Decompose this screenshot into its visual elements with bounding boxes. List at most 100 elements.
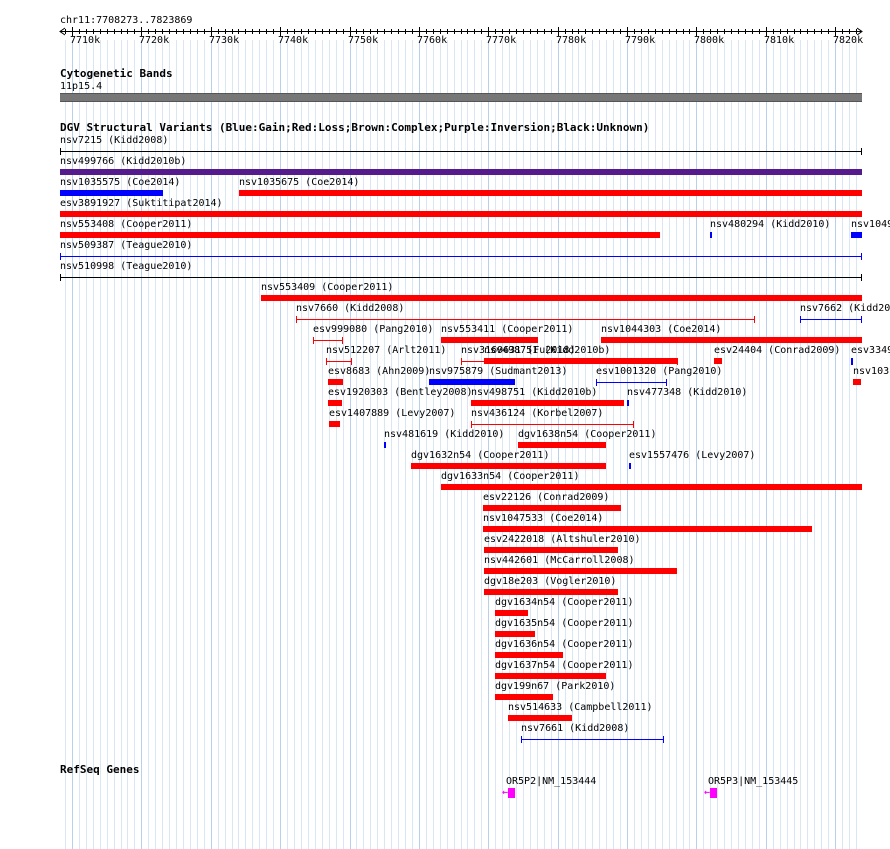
dgv-feature-bar[interactable] [384, 442, 386, 448]
dgv-feature-label: nsv103 [853, 366, 890, 377]
dgv-feature-bar[interactable] [710, 232, 712, 238]
dgv-feature-label: dgv1637n54 (Cooper2011) [495, 660, 634, 671]
ruler-tick-label: 7710k [70, 35, 101, 46]
dgv-feature-bar[interactable] [484, 568, 677, 574]
dgv-feature-label: dgv1635n54 (Cooper2011) [495, 618, 634, 629]
dgv-feature-line[interactable] [313, 340, 343, 341]
dgv-feature-label: nsv1044303 (Coe2014) [601, 324, 722, 335]
dgv-feature-label: nsv481619 (Kidd2010) [384, 429, 505, 440]
dgv-feature-label: nsv975879 (Sudmant2013) [429, 366, 568, 377]
ruler-tick-label: 7820k [833, 35, 864, 46]
dgv-feature-label: dgv1632n54 (Cooper2011) [411, 450, 550, 461]
ruler-tick-label: 7780k [556, 35, 587, 46]
dgv-feature-bar[interactable] [495, 610, 528, 616]
dgv-feature-end-cap [60, 253, 61, 260]
dgv-feature-line[interactable] [521, 739, 664, 740]
dgv-feature-line[interactable] [60, 151, 862, 152]
dgv-feature-end-cap [471, 421, 472, 428]
dgv-feature-label: nsv499766 (Kidd2010b) [60, 156, 187, 167]
ruler-tick-label: 7720k [139, 35, 170, 46]
dgv-feature-line[interactable] [60, 256, 862, 257]
ruler-tick-label: 7790k [625, 35, 656, 46]
dgv-feature-label: nsv1049 [851, 219, 890, 230]
dgv-feature-label: nsv7662 (Kidd20 [800, 303, 890, 314]
dgv-feature-label: nsv7661 (Kidd2008) [521, 723, 630, 734]
dgv-feature-label: nsv553408 (Cooper2011) [60, 219, 193, 230]
dgv-feature-label: esv3349 [851, 345, 890, 356]
dgv-feature-bar[interactable] [851, 232, 862, 238]
dgv-feature-end-cap [60, 274, 61, 281]
dgv-feature-bar[interactable] [629, 463, 631, 469]
dgv-feature-end-cap [596, 379, 597, 386]
dgv-feature-bar[interactable] [484, 358, 677, 364]
dgv-feature-bar[interactable] [441, 484, 862, 490]
dgv-feature-label: nsv7215 (Kidd2008) [60, 135, 169, 146]
dgv-feature-line[interactable] [326, 361, 352, 362]
genome-browser-view: chr11:7708273..7823869 7710k 7720k 7730k 77… [0, 0, 890, 849]
dgv-feature-end-cap [521, 736, 522, 743]
refseq-gene-label: OR5P3|NM_153445 [708, 776, 799, 787]
dgv-feature-bar[interactable] [495, 694, 553, 700]
dgv-feature-label: nsv7660 (Kidd2008) [296, 303, 405, 314]
dgv-feature-line[interactable] [471, 424, 634, 425]
dgv-feature-end-cap [60, 148, 61, 155]
dgv-feature-label: dgv199n67 (Park2010) [495, 681, 616, 692]
dgv-feature-end-cap [342, 337, 343, 344]
dgv-feature-label: nsv1035675 (Coe2014) [239, 177, 360, 188]
dgv-feature-label: nsv477348 (Kidd2010) [627, 387, 748, 398]
dgv-feature-bar[interactable] [328, 400, 342, 406]
dgv-feature-bar[interactable] [714, 358, 722, 364]
ruler-tick-label: 7810k [764, 35, 795, 46]
dgv-feature-label: esv1920303 (Bentley2008) [328, 387, 473, 398]
dgv-feature-line[interactable] [800, 319, 862, 320]
dgv-feature-bar[interactable] [411, 463, 606, 469]
dgv-feature-bar[interactable] [484, 589, 618, 595]
dgv-feature-bar[interactable] [508, 715, 572, 721]
dgv-feature-bar[interactable] [239, 190, 862, 196]
dgv-feature-end-cap [633, 421, 634, 428]
dgv-feature-bar[interactable] [495, 673, 606, 679]
dgv-feature-label: nsv1047533 (Coe2014) [483, 513, 604, 524]
dgv-feature-label: esv3891927 (Suktitipat2014) [60, 198, 223, 209]
dgv-feature-label: nsv442601 (McCarroll2008) [484, 555, 635, 566]
dgv-feature-label: nsv553411 (Cooper2011) [441, 324, 574, 335]
dgv-feature-bar[interactable] [483, 505, 621, 511]
dgv-feature-bar[interactable] [601, 337, 862, 343]
dgv-feature-label: dgv1636n54 (Cooper2011) [495, 639, 634, 650]
dgv-feature-bar[interactable] [261, 295, 862, 301]
dgv-feature-bar[interactable] [495, 652, 563, 658]
dgv-feature-end-cap [663, 736, 664, 743]
dgv-feature-bar[interactable] [627, 400, 629, 406]
refseq-gene-exon[interactable] [710, 788, 717, 798]
dgv-feature-label: esv2422018 (Altshuler2010) [484, 534, 641, 545]
dgv-feature-end-cap [313, 337, 314, 344]
dgv-feature-bar[interactable] [60, 169, 862, 175]
dgv-feature-bar[interactable] [484, 547, 618, 553]
dgv-feature-bar[interactable] [60, 190, 163, 196]
dgv-feature-end-cap [326, 358, 327, 365]
dgv-feature-bar[interactable] [441, 337, 538, 343]
dgv-feature-label: nsv509387 (Teague2010) [60, 240, 193, 251]
refseq-gene-exon[interactable] [508, 788, 515, 798]
ruler-tick-label: 7740k [278, 35, 309, 46]
dgv-feature-bar[interactable] [495, 631, 535, 637]
dgv-feature-line[interactable] [596, 382, 667, 383]
dgv-feature-label: esv1557476 (Levy2007) [629, 450, 756, 461]
dgv-feature-label: esv1001320 (Pang2010) [596, 366, 723, 377]
dgv-feature-bar[interactable] [60, 211, 862, 217]
dgv-feature-bar[interactable] [853, 379, 861, 385]
dgv-feature-end-cap [296, 316, 297, 323]
ruler-tick-label: 7750k [348, 35, 379, 46]
dgv-feature-bar[interactable] [429, 379, 515, 385]
dgv-feature-bar[interactable] [328, 379, 343, 385]
dgv-feature-bar[interactable] [329, 421, 340, 427]
dgv-feature-line[interactable] [60, 277, 862, 278]
cytoband-bar[interactable] [60, 93, 862, 102]
dgv-feature-bar[interactable] [471, 400, 624, 406]
dgv-feature-bar[interactable] [60, 232, 660, 238]
dgv-feature-bar[interactable] [518, 442, 606, 448]
dgv-feature-line[interactable] [296, 319, 755, 320]
dgv-feature-bar[interactable] [483, 526, 812, 532]
dgv-feature-label: dgv1638n54 (Cooper2011) [518, 429, 657, 440]
region-label: chr11:7708273..7823869 [60, 15, 193, 26]
